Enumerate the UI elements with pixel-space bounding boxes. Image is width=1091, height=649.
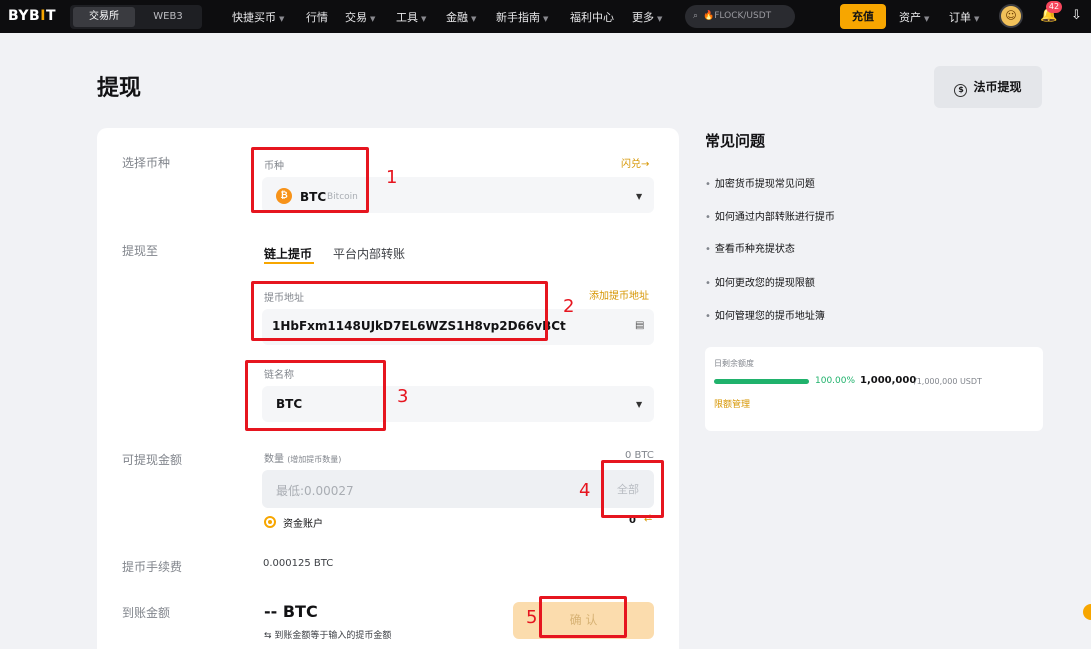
chevron-down-icon: ▼ <box>636 192 643 201</box>
funding-account-radio[interactable] <box>264 516 276 528</box>
daily-limit-label: 日剩余额度 <box>714 359 754 368</box>
select-coin-label: 选择币种 <box>122 156 171 170</box>
limit-progress-bar <box>714 379 809 384</box>
nav-tools[interactable]: 工具 ▼ <box>396 9 426 25</box>
segment-exchange[interactable]: 交易所 <box>73 7 135 27</box>
annotation-box-2 <box>251 281 548 341</box>
daily-limit-card <box>705 347 1043 431</box>
chevron-down-icon: ▼ <box>543 15 549 23</box>
chevron-down-icon: ▼ <box>421 15 427 23</box>
receive-amount-note: ⇆ 到账金额等于输入的提币金额 <box>264 631 392 641</box>
nav-orders[interactable]: 订单 ▼ <box>949 9 979 25</box>
annotation-number-5: 5 <box>526 607 538 628</box>
chevron-down-icon: ▼ <box>279 15 285 23</box>
bybit-logo[interactable]: BYBIT <box>8 8 56 24</box>
nav-markets[interactable]: 行情 <box>306 9 328 25</box>
receive-amount-label: 到账金额 <box>122 606 171 620</box>
currency-icon: $ <box>954 84 968 97</box>
annotation-box-3 <box>245 360 386 431</box>
avatar[interactable]: ☺ <box>999 4 1023 28</box>
annotation-box-5 <box>539 596 627 638</box>
nav-more[interactable]: 更多 ▼ <box>632 9 662 25</box>
chevron-down-icon: ▼ <box>924 15 930 23</box>
chevron-down-icon: ▼ <box>471 15 477 23</box>
annotation-number-3: 3 <box>397 386 409 407</box>
limit-manage-link[interactable]: 限额管理 <box>714 397 750 410</box>
page-title: 提现 <box>97 76 142 101</box>
available-amount-label: 可提现金额 <box>122 453 183 467</box>
receive-amount-value: -- BTC <box>264 602 318 621</box>
faq-item[interactable]: • 加密货币提现常见问题 <box>705 175 815 190</box>
amount-input[interactable]: 最低:0.00027 <box>262 470 654 508</box>
download-icon[interactable]: ⇩ <box>1071 8 1082 23</box>
add-address-link[interactable]: 添加提币地址 <box>589 287 649 302</box>
nav-finance[interactable]: 金融 ▼ <box>446 9 476 25</box>
faq-item[interactable]: • 查看币种充提状态 <box>705 240 795 255</box>
address-book-icon[interactable]: ▤ <box>635 320 644 331</box>
search-input[interactable]: ⌕ 🔥FLOCK/USDT <box>685 5 795 28</box>
limit-total: /1,000,000 USDT <box>914 377 982 386</box>
quantity-label: 数量 (增加提币数量) <box>264 454 342 465</box>
faq-item[interactable]: • 如何管理您的提币地址簿 <box>705 307 825 322</box>
withdraw-to-label: 提现至 <box>122 244 159 258</box>
funding-account-label: 资金账户 <box>283 519 323 530</box>
nav-assets[interactable]: 资产 ▼ <box>899 9 929 25</box>
annotation-number-2: 2 <box>563 296 575 317</box>
chevron-down-icon: ▼ <box>657 15 663 23</box>
tab-onchain-withdraw[interactable]: 链上提币 <box>264 245 312 262</box>
faq-item[interactable]: • 如何更改您的提现限额 <box>705 274 815 289</box>
chevron-down-icon: ▼ <box>370 15 376 23</box>
annotation-box-1 <box>251 147 369 213</box>
active-tab-indicator <box>264 262 314 264</box>
chevron-down-icon: ▼ <box>974 15 980 23</box>
nav-trade[interactable]: 交易 ▼ <box>345 9 375 25</box>
amount-placeholder: 最低:0.00027 <box>276 484 354 498</box>
limit-remaining: 1,000,000 <box>860 375 917 386</box>
search-icon: ⌕ <box>693 11 699 21</box>
nav-quick-buy[interactable]: 快捷买币 ▼ <box>232 9 284 25</box>
limit-percent: 100.00% <box>815 376 856 386</box>
segment-web3[interactable]: WEB3 <box>137 7 199 27</box>
faq-item[interactable]: • 如何通过内部转账进行提币 <box>705 208 835 223</box>
faq-title: 常见问题 <box>705 132 766 150</box>
annotation-box-4 <box>601 460 664 518</box>
nav-beginner-guide[interactable]: 新手指南 ▼ <box>496 9 548 25</box>
fiat-withdraw-button[interactable]: $ 法币提现 <box>934 66 1042 108</box>
nav-rewards-hub[interactable]: 福利中心 <box>570 9 614 25</box>
help-chat-icon[interactable] <box>1083 604 1091 620</box>
platform-switcher: 交易所 WEB3 <box>70 5 202 29</box>
annotation-number-1: 1 <box>386 167 398 188</box>
top-navigation-bar: BYBIT 交易所 WEB3 快捷买币 ▼ 行情 交易 ▼ 工具 ▼ 金融 ▼ 新手指南… <box>0 0 1091 33</box>
tab-internal-transfer[interactable]: 平台内部转账 <box>333 245 405 262</box>
notification-badge: 42 <box>1046 1 1062 13</box>
fee-value: 0.000125 BTC <box>263 558 334 569</box>
deposit-button[interactable]: 充值 <box>840 4 886 29</box>
annotation-number-4: 4 <box>579 480 591 501</box>
chevron-down-icon: ▼ <box>636 400 643 409</box>
limit-progress-fill <box>714 379 809 384</box>
flash-exchange-link[interactable]: 闪兑→ <box>621 155 649 170</box>
fee-label: 提币手续费 <box>122 560 183 574</box>
